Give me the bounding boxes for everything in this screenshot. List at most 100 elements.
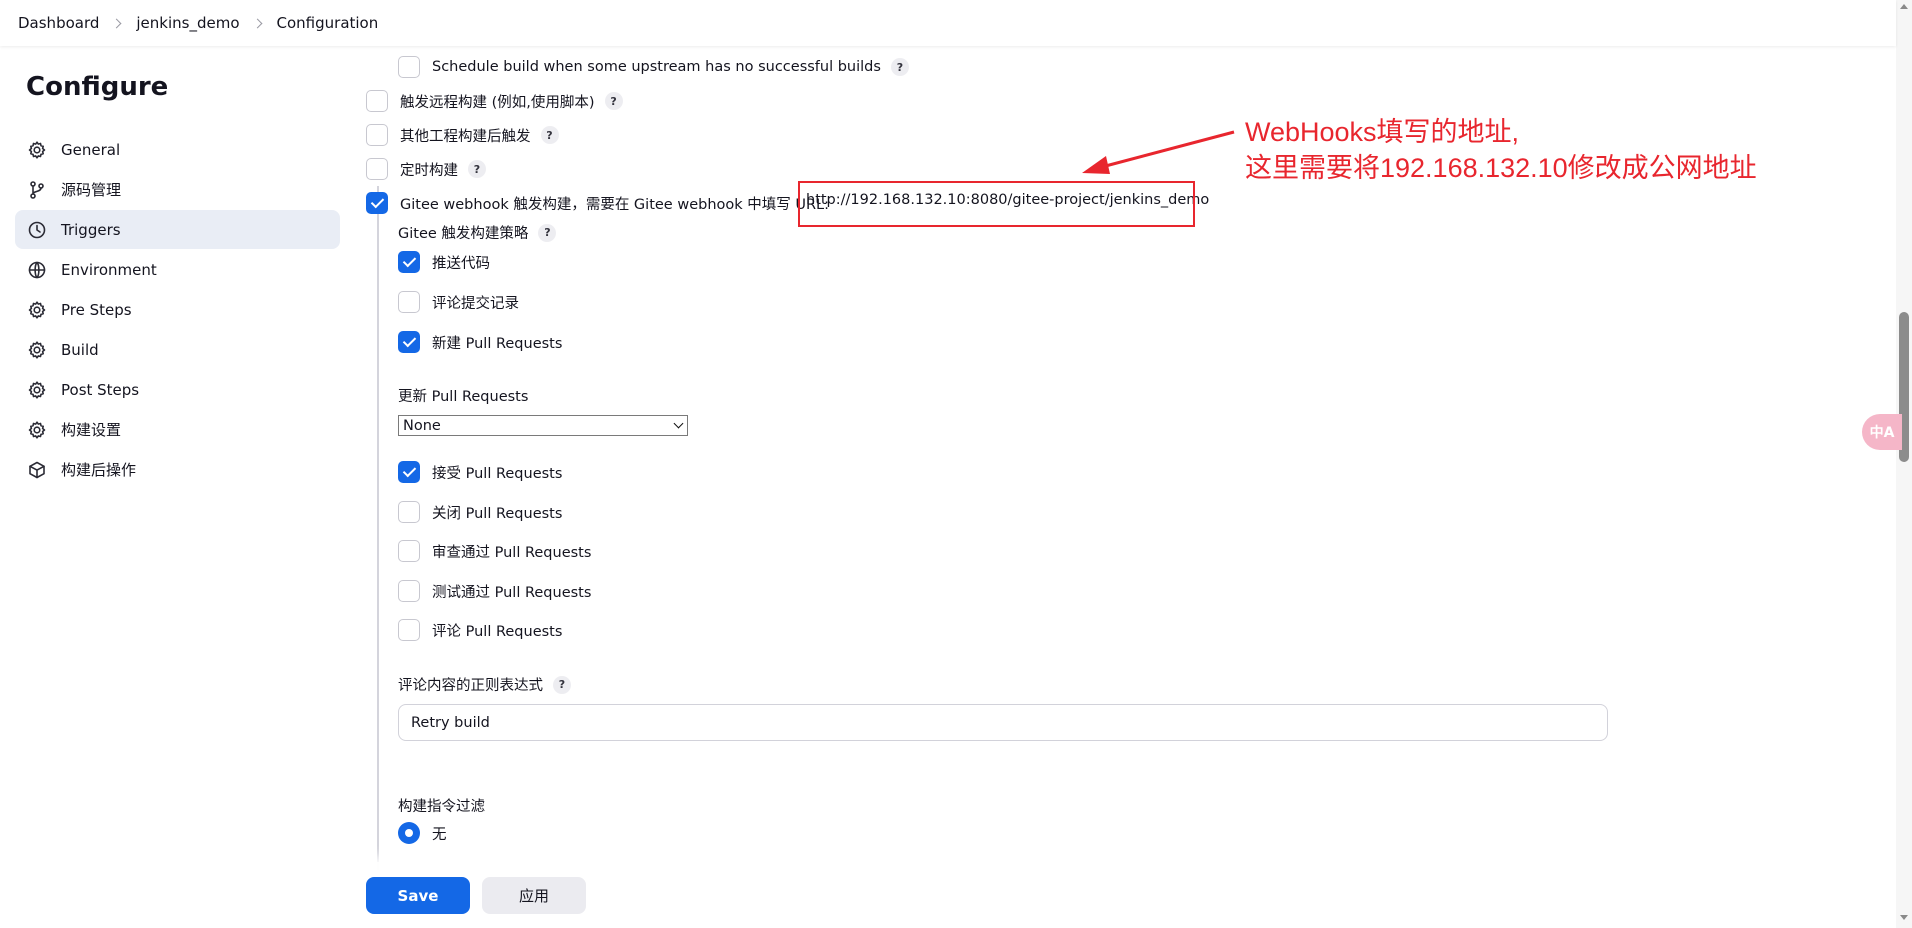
option-label: 接受 Pull Requests (432, 465, 563, 482)
option-label: 其他工程构建后触发 (400, 128, 531, 145)
close-pr-checkbox[interactable] (398, 501, 420, 523)
option-filter-none: 无 (398, 822, 447, 844)
sidebar-item-post-steps[interactable]: Post Steps (15, 370, 340, 409)
option-label: 评论提交记录 (432, 295, 519, 312)
filter-label: 构建指令过滤 (398, 799, 485, 815)
page-scrollbar[interactable] (1896, 0, 1912, 928)
chevron-down-icon (673, 418, 684, 429)
help-icon[interactable]: ? (468, 160, 486, 178)
timed-build-checkbox[interactable] (366, 158, 388, 180)
sidebar-item-label: Post Steps (61, 380, 140, 399)
schedule-no-success-checkbox[interactable] (398, 56, 420, 78)
sidebar-item-pre-steps[interactable]: Pre Steps (15, 290, 340, 329)
push-code-checkbox[interactable] (398, 251, 420, 273)
review-pr-checkbox[interactable] (398, 540, 420, 562)
new-pr-checkbox[interactable] (398, 331, 420, 353)
regex-label-text: 评论内容的正则表达式 (398, 678, 543, 694)
sidebar-item-label: 构建设置 (61, 421, 122, 439)
sidebar-item-label: Pre Steps (61, 300, 132, 319)
breadcrumb-jenkins-demo[interactable]: jenkins_demo (136, 14, 239, 32)
option-comment-pr: 评论 Pull Requests (398, 619, 562, 641)
globe-icon (27, 260, 47, 280)
breadcrumb-dashboard[interactable]: Dashboard (18, 14, 99, 32)
gear-icon (27, 340, 47, 360)
option-test-pr: 测试通过 Pull Requests (398, 580, 591, 602)
annotation-note: WebHooks填写的地址, 这里需要将192.168.132.10修改成公网地… (1245, 114, 1757, 186)
option-remote-trigger: 触发远程构建 (例如,使用脚本) ? (366, 90, 623, 112)
regex-input[interactable]: Retry build (398, 704, 1608, 741)
cube-icon (27, 460, 47, 480)
gitee-webhook-checkbox[interactable] (366, 192, 388, 214)
annotation-line-2: 这里需要将192.168.132.10修改成公网地址 (1245, 153, 1757, 183)
option-label: Gitee webhook 触发构建，需要在 Gitee webhook 中填写… (400, 196, 830, 213)
sidebar: General 源码管理 Triggers Environment Pre St… (15, 130, 340, 490)
option-label: 定时构建 (400, 162, 458, 179)
translate-button[interactable]: 中A (1862, 414, 1902, 450)
comment-commit-checkbox[interactable] (398, 291, 420, 313)
option-label: 关闭 Pull Requests (432, 505, 563, 522)
breadcrumb-configuration: Configuration (276, 14, 379, 32)
gear-icon (27, 140, 47, 160)
sidebar-item-label: Environment (61, 260, 157, 279)
sidebar-item-label: 构建后操作 (61, 461, 137, 479)
comment-pr-checkbox[interactable] (398, 619, 420, 641)
option-label: 推送代码 (432, 255, 490, 272)
sidebar-item-general[interactable]: General (15, 130, 340, 169)
sidebar-item-environment[interactable]: Environment (15, 250, 340, 289)
help-icon[interactable]: ? (538, 223, 557, 242)
update-pr-label: 更新 Pull Requests (398, 389, 529, 405)
help-icon[interactable]: ? (604, 92, 623, 110)
update-pr-select[interactable]: None (398, 415, 688, 436)
help-icon[interactable]: ? (890, 58, 909, 76)
breadcrumb: Dashboard jenkins_demo Configuration (0, 0, 1896, 46)
sidebar-item-post-build[interactable]: 构建后操作 (15, 450, 340, 489)
sidebar-item-label: Build (61, 340, 99, 359)
sidebar-item-label: 源码管理 (61, 181, 122, 199)
option-comment-commit: 评论提交记录 (398, 291, 519, 313)
gear-icon (27, 420, 47, 440)
chevron-right-icon (111, 18, 122, 28)
strategy-label-text: Gitee 触发构建策略 (398, 226, 529, 242)
option-after-other: 其他工程构建后触发 ? (366, 124, 559, 146)
sidebar-item-triggers[interactable]: Triggers (15, 210, 340, 249)
remote-trigger-checkbox[interactable] (366, 90, 388, 112)
option-review-pr: 审查通过 Pull Requests (398, 540, 591, 562)
sidebar-item-build-settings[interactable]: 构建设置 (15, 410, 340, 449)
option-label: Schedule build when some upstream has no… (432, 59, 881, 75)
sidebar-item-label: Triggers (61, 220, 121, 239)
annotation-highlight-box (798, 181, 1195, 227)
after-other-checkbox[interactable] (366, 124, 388, 146)
sidebar-item-label: General (61, 140, 121, 159)
option-gitee-webhook: Gitee webhook 触发构建，需要在 Gitee webhook 中填写… (366, 192, 829, 214)
clock-icon (27, 220, 47, 240)
annotation-line-1: WebHooks填写的地址, (1245, 117, 1520, 147)
filter-none-radio[interactable] (398, 822, 420, 844)
test-pr-checkbox[interactable] (398, 580, 420, 602)
scroll-up-arrow-icon[interactable] (1900, 4, 1908, 9)
help-icon[interactable]: ? (540, 126, 559, 144)
option-label: 审查通过 Pull Requests (432, 544, 592, 561)
option-timed-build: 定时构建 ? (366, 158, 486, 180)
gear-icon (27, 300, 47, 320)
option-label: 评论 Pull Requests (432, 623, 563, 640)
help-icon[interactable]: ? (553, 675, 571, 694)
gear-icon (27, 380, 47, 400)
option-schedule-no-success: Schedule build when some upstream has no… (398, 56, 909, 78)
branch-icon (27, 180, 47, 200)
save-button[interactable]: Save (366, 877, 470, 914)
scroll-down-arrow-icon[interactable] (1900, 915, 1908, 920)
gitee-strategy-label: Gitee 触发构建策略 ? (398, 222, 557, 243)
option-label: 测试通过 Pull Requests (432, 584, 592, 601)
option-label: 触发远程构建 (例如,使用脚本) (400, 94, 595, 111)
chevron-right-icon (252, 18, 262, 28)
option-accept-pr: 接受 Pull Requests (398, 461, 562, 483)
page-title: Configure (26, 72, 169, 102)
apply-button[interactable]: 应用 (482, 877, 586, 914)
regex-label: 评论内容的正则表达式 ? (398, 674, 571, 695)
option-label: 新建 Pull Requests (432, 335, 563, 352)
option-push-code: 推送代码 (398, 251, 490, 273)
accept-pr-checkbox[interactable] (398, 461, 420, 483)
sidebar-item-source[interactable]: 源码管理 (15, 170, 340, 209)
option-new-pr: 新建 Pull Requests (398, 331, 562, 353)
sidebar-item-build[interactable]: Build (15, 330, 340, 369)
